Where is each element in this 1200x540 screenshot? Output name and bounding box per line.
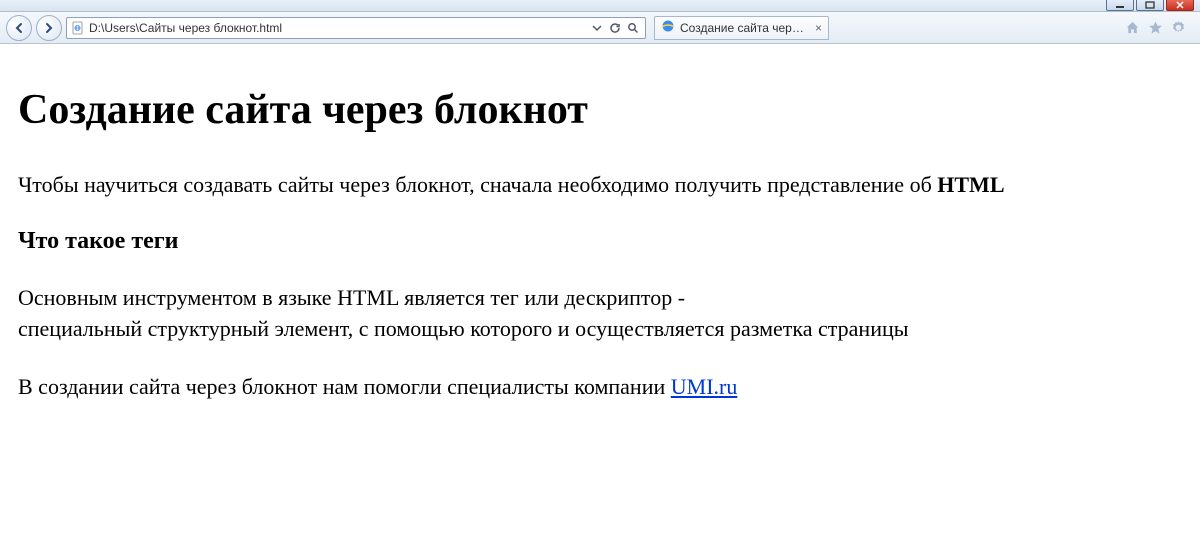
maximize-button[interactable] [1136,0,1164,11]
browser-tab[interactable]: Создание сайта через бло... × [654,16,829,40]
page-file-icon [70,20,86,36]
intro-text: Чтобы научиться создавать сайты через бл… [18,172,937,197]
tags-line2: специальный структурный элемент, с помощ… [18,316,909,341]
favorites-star-icon[interactable] [1148,20,1163,35]
address-bar [66,17,646,39]
intro-bold: HTML [937,172,1004,197]
close-button[interactable] [1166,0,1194,11]
dropdown-icon[interactable] [591,22,603,34]
forward-button[interactable] [36,15,62,41]
tools-gear-icon[interactable] [1171,20,1186,35]
page-heading: Создание сайта через блокнот [18,86,1182,134]
address-controls [591,22,645,34]
umi-link[interactable]: UMI.ru [671,374,738,399]
home-icon[interactable] [1125,20,1140,35]
tab-close-icon[interactable]: × [815,21,822,35]
window-titlebar [0,0,1200,12]
window-controls [1106,0,1194,11]
minimize-button[interactable] [1106,0,1134,11]
refresh-icon[interactable] [609,22,621,34]
credits-paragraph: В создании сайта через блокнот нам помог… [18,372,1182,402]
back-button[interactable] [6,15,32,41]
browser-toolbar: Создание сайта через бло... × [0,12,1200,44]
ie-logo-icon [661,19,675,36]
toolbar-right-icons [1125,20,1194,35]
search-icon[interactable] [627,22,639,34]
tags-paragraph: Основным инструментом в языке HTML являе… [18,283,1182,344]
address-input[interactable] [89,21,591,35]
tags-line1: Основным инструментом в языке HTML являе… [18,285,685,310]
tab-title: Создание сайта через бло... [680,21,810,35]
intro-paragraph: Чтобы научиться создавать сайты через бл… [18,170,1182,200]
credits-prefix: В создании сайта через блокнот нам помог… [18,374,671,399]
page-content: Создание сайта через блокнот Чтобы научи… [0,44,1200,450]
subheading: Что такое теги [18,228,1182,255]
